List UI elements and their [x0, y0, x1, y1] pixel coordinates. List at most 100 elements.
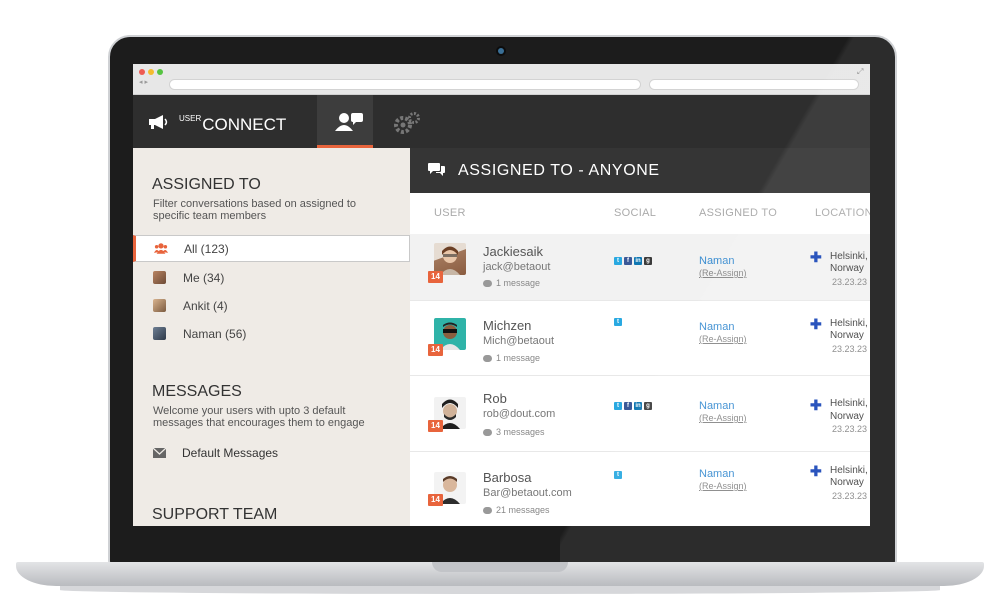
reassign-link[interactable]: (Re-Assign): [699, 413, 747, 423]
message-count-label: 3 messages: [496, 427, 545, 437]
message-count: 3 messages: [483, 427, 545, 437]
user-email: Mich@betaout: [483, 335, 555, 347]
webcam: [498, 48, 504, 54]
location-city: Helsinki,: [830, 465, 868, 476]
screen: ◂ ▸ ⚲ ⤢ USERCONNECT ASSIGNED TO Filter c…: [133, 64, 870, 526]
column-header-assigned[interactable]: ASSIGNED TO: [699, 207, 777, 219]
filter-ankit[interactable]: Ankit (4): [133, 292, 410, 319]
chat-icon: [483, 428, 492, 436]
twitter-icon[interactable]: t: [614, 402, 622, 410]
minimize-window-button[interactable]: [148, 69, 154, 75]
app-logo[interactable]: USERCONNECT: [179, 114, 286, 135]
location-country: Norway: [830, 330, 864, 341]
social-links: t: [614, 471, 622, 479]
chat-bubbles-icon: [428, 163, 445, 176]
laptop-notch: [432, 562, 568, 572]
table-row[interactable]: 14 Michzen Mich@betaout 1 message t Nama…: [410, 301, 870, 376]
reassign-link[interactable]: (Re-Assign): [699, 268, 747, 278]
column-header-location[interactable]: LOCATION: [815, 207, 870, 219]
gear-icon: [394, 112, 420, 134]
default-messages-link[interactable]: Default Messages: [153, 446, 278, 460]
message-count-badge: 14: [428, 494, 443, 506]
message-count-badge: 14: [428, 271, 443, 283]
social-links: t: [614, 318, 622, 326]
facebook-icon[interactable]: f: [624, 402, 632, 410]
browser-chrome: ◂ ▸ ⚲ ⤢: [133, 64, 870, 95]
chat-icon: [483, 506, 492, 514]
location-time: 23.23.23: [832, 277, 868, 287]
location-time: 23.23.23: [832, 344, 868, 354]
linkedin-icon[interactable]: in: [634, 402, 642, 410]
location-time: 23.23.23: [832, 424, 868, 434]
tab-conversations[interactable]: [317, 95, 373, 148]
message-count-label: 1 message: [496, 278, 541, 288]
social-links: t f in g: [614, 257, 652, 265]
assigned-to-description: Filter conversations based on assigned t…: [153, 198, 357, 222]
flag-icon: ✚: [810, 249, 822, 265]
message-count-label: 21 messages: [496, 505, 550, 515]
browser-search-field[interactable]: [649, 79, 859, 90]
message-count: 21 messages: [483, 505, 550, 515]
assigned-to-title: ASSIGNED TO: [152, 176, 261, 193]
users-chat-icon: [335, 113, 363, 131]
twitter-icon[interactable]: t: [614, 257, 622, 265]
twitter-icon[interactable]: t: [614, 318, 622, 326]
flag-icon: ✚: [810, 397, 822, 413]
location-city: Helsinki,: [830, 398, 868, 409]
user-email: rob@dout.com: [483, 408, 556, 420]
location-city: Helsinki,: [830, 318, 868, 329]
user-email: jack@betaout: [483, 261, 551, 273]
default-messages-label: Default Messages: [182, 446, 279, 460]
assignee-link[interactable]: Naman: [699, 400, 734, 412]
table-row[interactable]: 14 Rob rob@dout.com 3 messages t f in g …: [410, 376, 870, 452]
logo-text: CONNECT: [202, 115, 287, 134]
tab-settings[interactable]: [383, 95, 433, 148]
filter-label: Me (34): [183, 270, 225, 285]
filter-me[interactable]: Me (34): [133, 264, 410, 291]
message-count: 1 message: [483, 278, 540, 288]
reassign-link[interactable]: (Re-Assign): [699, 481, 747, 491]
laptop-mockup: ◂ ▸ ⚲ ⤢ USERCONNECT ASSIGNED TO Filter c…: [0, 0, 1000, 600]
twitter-icon[interactable]: t: [614, 471, 622, 479]
messages-description: Welcome your users with upto 3 default m…: [153, 405, 365, 429]
app-header: USERCONNECT: [133, 95, 870, 148]
google-plus-icon[interactable]: g: [644, 402, 652, 410]
flag-icon: ✚: [810, 463, 822, 479]
laptop-shadow: [60, 586, 940, 594]
maximize-window-button[interactable]: [157, 69, 163, 75]
filter-all[interactable]: All (123): [133, 235, 410, 262]
table-row[interactable]: 14 Barbosa Bar@betaout.com 21 messages t…: [410, 452, 870, 526]
flag-icon: ✚: [810, 316, 822, 332]
linkedin-icon[interactable]: in: [634, 257, 642, 265]
filter-label: All (123): [184, 241, 229, 256]
column-header-user[interactable]: USER: [434, 207, 466, 219]
sidebar: ASSIGNED TO Filter conversations based o…: [133, 148, 410, 526]
message-count-badge: 14: [428, 420, 443, 432]
location-country: Norway: [830, 263, 864, 274]
back-forward-icon[interactable]: ◂ ▸: [139, 78, 148, 86]
panel-header: ASSIGNED TO - ANYONE: [410, 148, 870, 193]
column-header-social[interactable]: SOCIAL: [614, 207, 656, 219]
google-plus-icon[interactable]: g: [644, 257, 652, 265]
facebook-icon[interactable]: f: [624, 257, 632, 265]
assignee-link[interactable]: Naman: [699, 321, 734, 333]
panel-title: ASSIGNED TO - ANYONE: [458, 162, 660, 179]
avatar: [153, 299, 167, 312]
assignee-link[interactable]: Naman: [699, 255, 734, 267]
avatar: [153, 327, 167, 340]
envelope-icon: [153, 448, 166, 458]
chat-icon: [483, 279, 492, 287]
expand-icon[interactable]: ⤢: [857, 67, 863, 77]
assignee-link[interactable]: Naman: [699, 468, 734, 480]
reassign-link[interactable]: (Re-Assign): [699, 334, 747, 344]
address-bar[interactable]: [169, 79, 641, 90]
filter-naman[interactable]: Naman (56): [133, 320, 410, 347]
user-name[interactable]: Jackiesaik: [483, 244, 543, 259]
close-window-button[interactable]: [139, 69, 145, 75]
user-name[interactable]: Barbosa: [483, 470, 531, 485]
user-name[interactable]: Michzen: [483, 318, 531, 333]
user-email: Bar@betaout.com: [483, 487, 572, 499]
table-row[interactable]: 14 Jackiesaik jack@betaout 1 message t f…: [410, 234, 870, 301]
conversation-panel: ASSIGNED TO - ANYONE USER SOCIAL ASSIGNE…: [410, 148, 870, 526]
user-name[interactable]: Rob: [483, 391, 507, 406]
